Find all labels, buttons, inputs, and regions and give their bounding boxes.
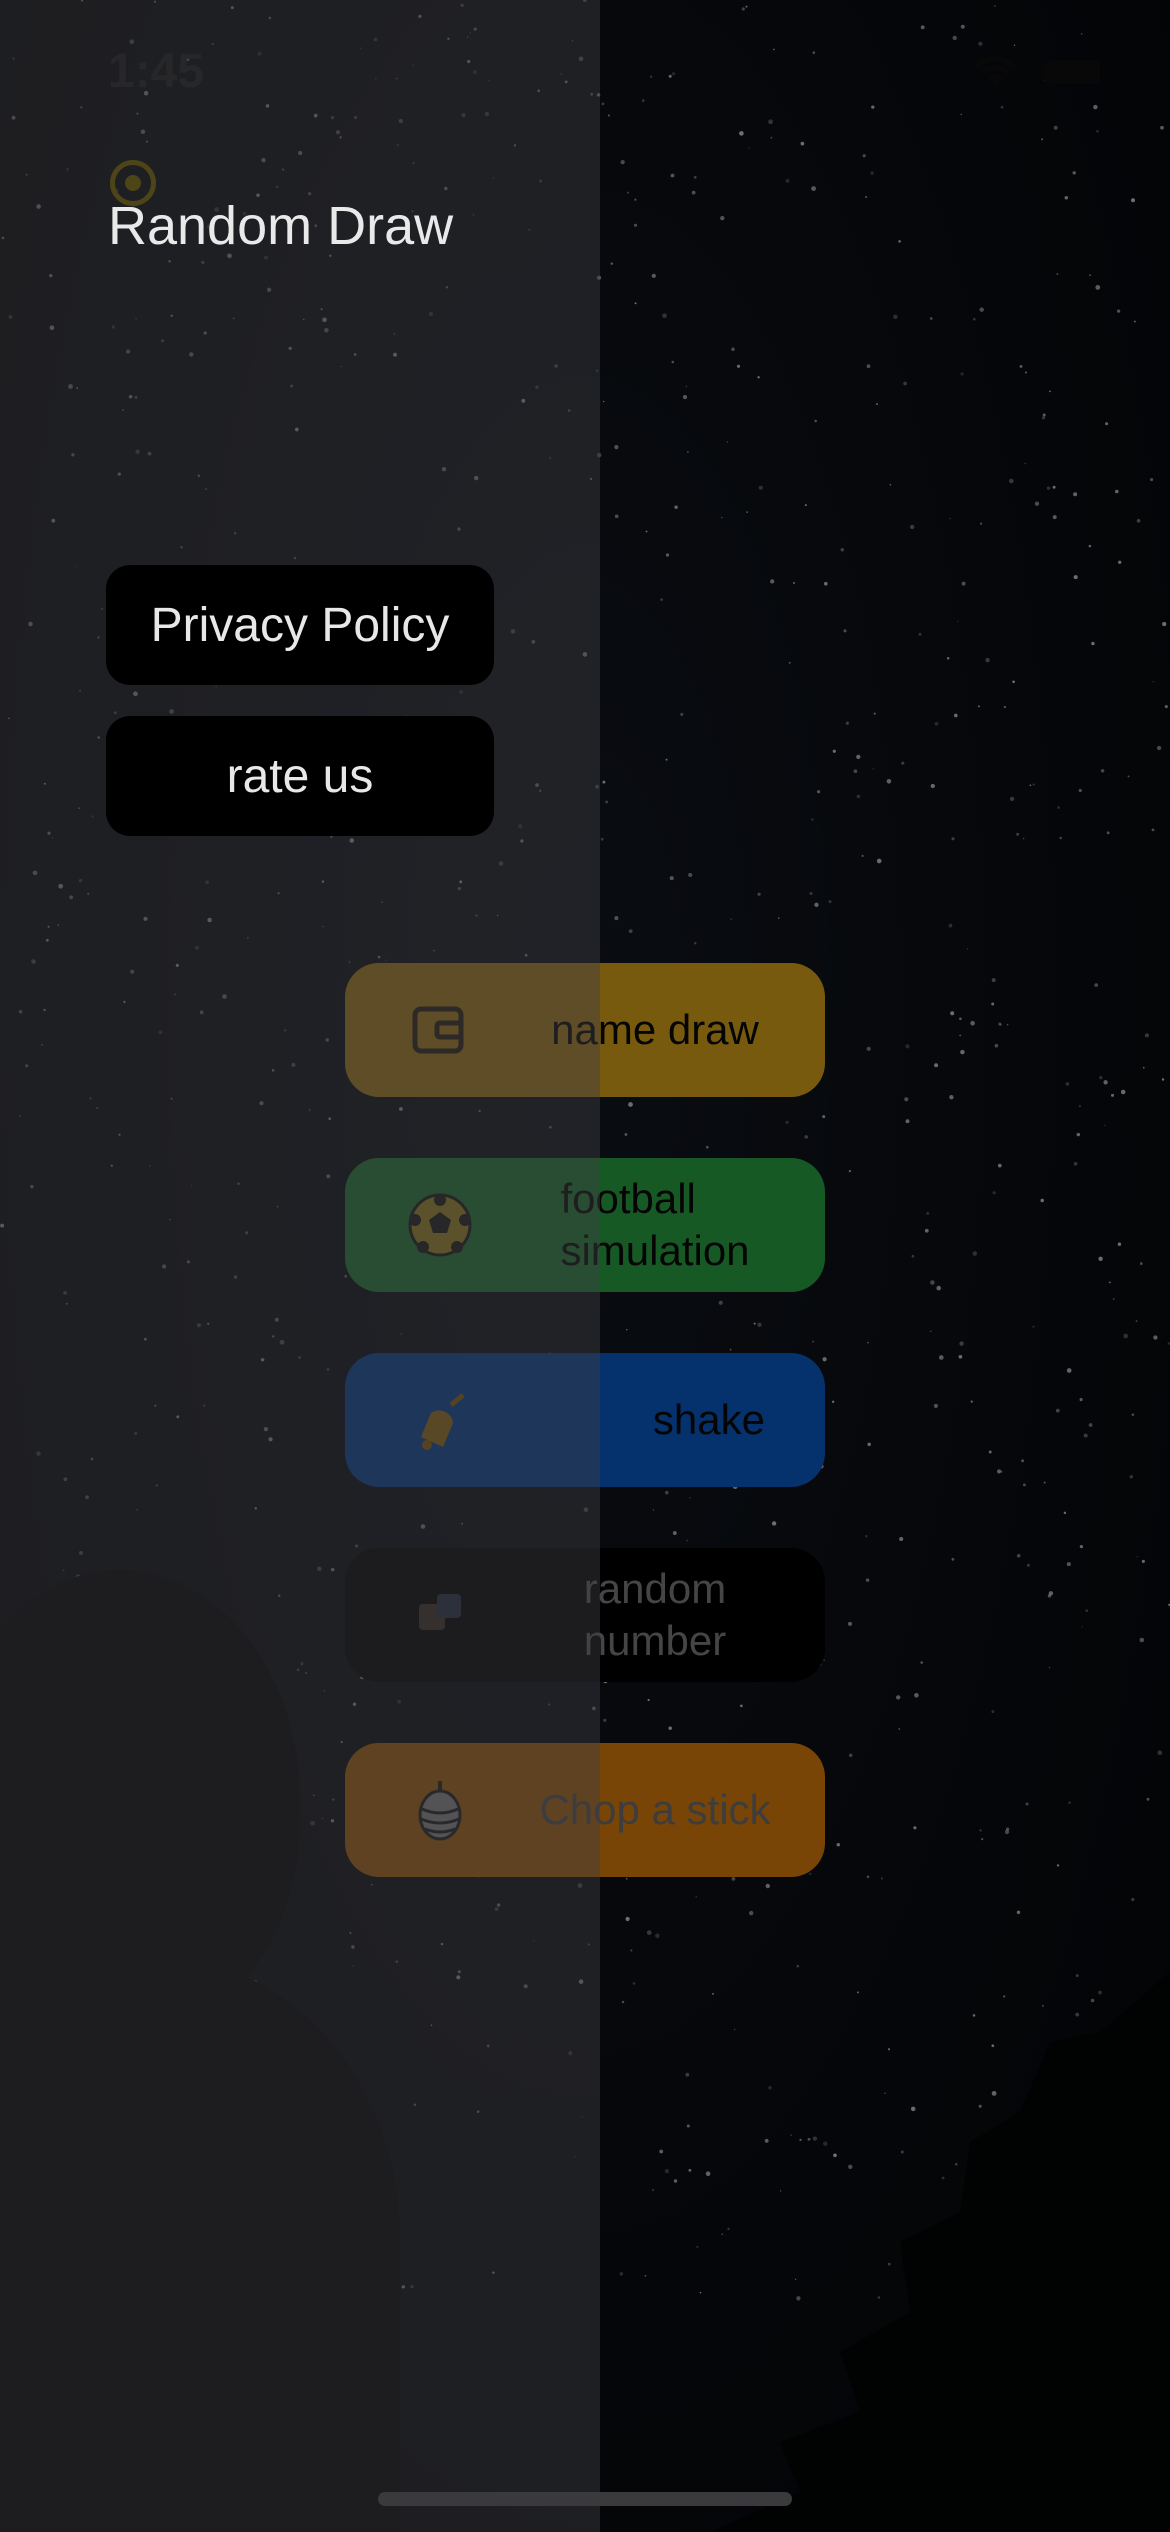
app-screen: 1:45 name draw football simulation bbox=[0, 0, 1170, 2532]
privacy-policy-button[interactable]: Privacy Policy bbox=[106, 565, 494, 685]
menu-title: Random Draw bbox=[108, 196, 454, 256]
side-menu-drawer: Random Draw Privacy Policy rate us bbox=[0, 0, 600, 2532]
rate-us-button[interactable]: rate us bbox=[106, 716, 494, 836]
home-indicator[interactable] bbox=[378, 2492, 792, 2506]
